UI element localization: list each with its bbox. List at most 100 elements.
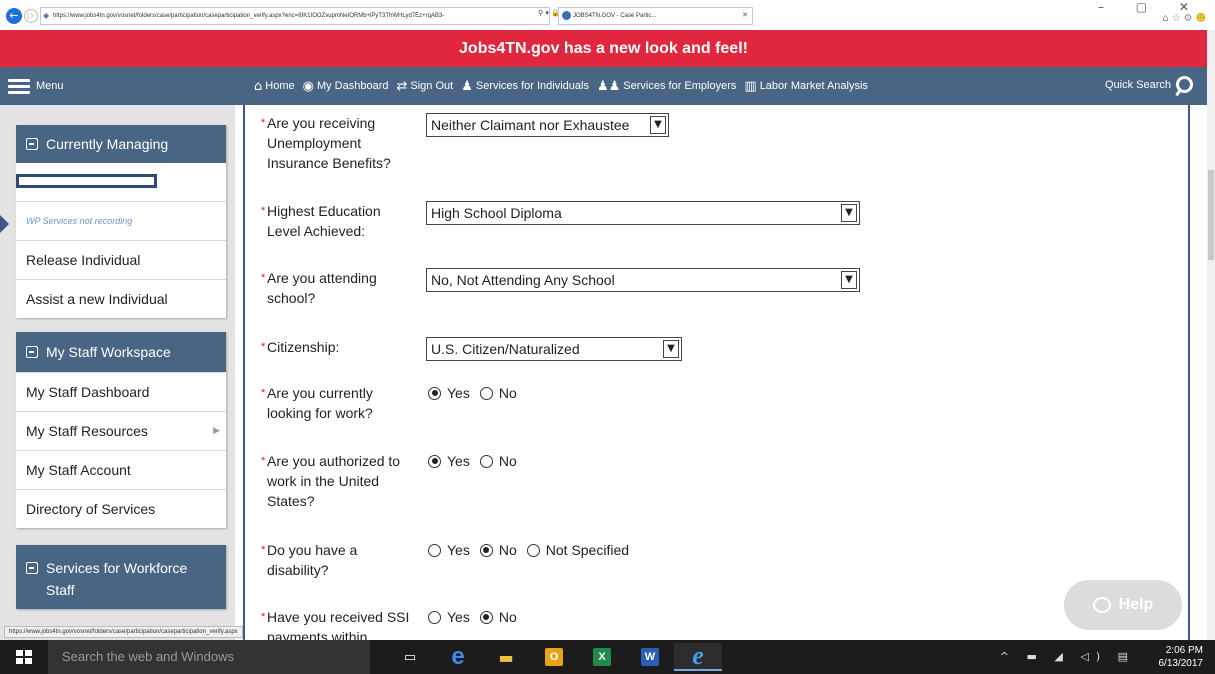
- ssi-yes-option[interactable]: Yes: [428, 609, 470, 625]
- internet-explorer-icon[interactable]: e: [674, 641, 722, 671]
- radio-icon[interactable]: [428, 610, 441, 624]
- disability-no-option[interactable]: No: [479, 542, 517, 558]
- radio-icon[interactable]: [428, 543, 441, 557]
- person-icon: ♟: [461, 78, 473, 94]
- feedback-icon[interactable]: ☻: [1196, 13, 1209, 24]
- windows-taskbar: Search the web and Windows ▭ e ▬ O X W e…: [0, 640, 1215, 674]
- nav-my-dashboard[interactable]: ◉ My Dashboard: [303, 79, 389, 94]
- nav-labor-market[interactable]: ▥ Labor Market Analysis: [744, 79, 868, 94]
- authorized-radios: Yes No: [428, 453, 527, 469]
- education-label: * Highest Education Level Achieved:: [261, 203, 381, 239]
- browser-tab[interactable]: JOBS4TN.GOV - Case Partic... ✕: [558, 7, 753, 25]
- chevron-down-icon: ▼: [650, 116, 666, 134]
- citizenship-select[interactable]: U.S. Citizen/Naturalized ▼: [426, 337, 682, 361]
- ui-benefits-value: Neither Claimant nor Exhaustee: [431, 117, 630, 133]
- looking-yes-option[interactable]: Yes: [428, 385, 470, 401]
- tab-close-icon[interactable]: ✕: [742, 8, 748, 24]
- citizenship-label: * Citizenship:: [261, 339, 340, 355]
- edge-icon[interactable]: e: [434, 643, 482, 671]
- scrollbar-thumb[interactable]: [1208, 170, 1214, 260]
- school-select[interactable]: No, Not Attending Any School ▼: [426, 268, 860, 292]
- authorized-yes-option[interactable]: Yes: [428, 453, 470, 469]
- radio-checked-icon[interactable]: [479, 610, 493, 624]
- nav-links: ⌂ Home ◉ My Dashboard ⇄ Sign Out ♟ Services …: [254, 67, 876, 105]
- chevron-down-icon: ▼: [841, 204, 857, 222]
- taskbar-search-input[interactable]: Search the web and Windows: [48, 640, 370, 674]
- education-select[interactable]: High School Diploma ▼: [426, 201, 860, 225]
- workforce-header[interactable]: Services for Workforce Staff: [16, 545, 226, 609]
- nav-services-individuals-label: Services for Individuals: [475, 80, 589, 92]
- my-staff-resources-link[interactable]: My Staff Resources ▶: [16, 411, 226, 450]
- home-icon[interactable]: ⌂: [1162, 13, 1171, 24]
- disability-yes-option[interactable]: Yes: [428, 542, 470, 558]
- help-button[interactable]: Help: [1064, 580, 1182, 630]
- menu-button[interactable]: Menu: [8, 78, 64, 94]
- system-tray-icons[interactable]: ^ ▬ ◢ ◁) ▤: [1000, 650, 1135, 663]
- search-icon: [1176, 76, 1193, 93]
- forward-icon[interactable]: ▷: [24, 9, 38, 23]
- home-icon: ⌂: [254, 78, 263, 94]
- assist-new-individual-link[interactable]: Assist a new Individual: [16, 279, 226, 318]
- release-individual-link[interactable]: Release Individual: [16, 240, 226, 279]
- windows-start-icon[interactable]: [16, 650, 32, 664]
- file-explorer-icon[interactable]: ▬: [482, 643, 530, 671]
- announcement-banner: Jobs4TN.gov has a new look and feel!: [0, 30, 1207, 67]
- address-bar[interactable]: ◆ https://www.jobs4tn.gov/vosnet/folders…: [40, 7, 550, 25]
- status-bar-url: https://www.jobs4tn.gov/vosnet/folders/c…: [4, 626, 243, 638]
- nav-services-employers-label: Services for Employers: [623, 80, 737, 92]
- taskbar-apps: ▭ e ▬ O X W e: [386, 641, 722, 671]
- outlook-icon[interactable]: O: [530, 643, 578, 671]
- excel-icon[interactable]: X: [578, 643, 626, 671]
- nav-home[interactable]: ⌂ Home: [254, 79, 295, 94]
- quick-search-button[interactable]: Quick Search: [1105, 76, 1193, 93]
- task-view-icon[interactable]: ▭: [386, 643, 434, 671]
- ssi-no-option[interactable]: No: [479, 609, 517, 625]
- favorites-icon[interactable]: ☆: [1172, 13, 1184, 24]
- radio-checked-icon[interactable]: [428, 454, 441, 468]
- collapse-icon: [26, 138, 38, 150]
- directory-of-services-link[interactable]: Directory of Services: [16, 489, 226, 528]
- word-icon[interactable]: W: [626, 643, 674, 671]
- sign-out-icon: ⇄: [396, 78, 408, 94]
- favicon-icon: [562, 11, 571, 20]
- nav-services-employers[interactable]: ♟♟ Services for Employers: [597, 79, 736, 94]
- workforce-title: Services for Workforce Staff: [46, 560, 188, 598]
- page-scrollbar[interactable]: [1207, 30, 1215, 640]
- disability-radios: Yes No Not Specified: [428, 542, 639, 558]
- settings-icon[interactable]: ⚙: [1184, 13, 1196, 24]
- radio-checked-icon[interactable]: [428, 386, 441, 400]
- address-url[interactable]: https://www.jobs4tn.gov/vosnet/folders/c…: [53, 13, 444, 19]
- looking-for-work-label: * Are you currently looking for work?: [261, 385, 373, 421]
- currently-managing-header[interactable]: Currently Managing: [16, 125, 226, 163]
- nav-sign-out[interactable]: ⇄ Sign Out: [397, 79, 454, 94]
- my-staff-dashboard-link[interactable]: My Staff Dashboard: [16, 372, 226, 411]
- main-content: * Are you receiving Unemployment Insuranc…: [243, 105, 1190, 640]
- nav-home-label: Home: [265, 80, 295, 92]
- nav-sign-out-label: Sign Out: [410, 80, 454, 92]
- window-controls[interactable]: – ▢ ✕: [1098, 0, 1203, 14]
- ssi-label: * Have you received SSI payments within: [261, 609, 410, 640]
- people-icon: ♟♟: [596, 78, 621, 94]
- citizenship-value: U.S. Citizen/Naturalized: [431, 341, 580, 357]
- taskbar-clock[interactable]: 2:06 PM 6/13/2017: [1159, 644, 1204, 670]
- radio-icon[interactable]: [526, 543, 540, 557]
- chart-icon: ▥: [744, 78, 757, 94]
- my-staff-account-link[interactable]: My Staff Account: [16, 450, 226, 489]
- ssi-radios: Yes No: [428, 609, 527, 625]
- sidebar: Currently Managing WP Services not recor…: [0, 105, 235, 640]
- nav-services-individuals[interactable]: ♟ Services for Individuals: [461, 79, 589, 94]
- looking-no-option[interactable]: No: [479, 385, 517, 401]
- radio-checked-icon[interactable]: [479, 543, 493, 557]
- ui-benefits-select[interactable]: Neither Claimant nor Exhaustee ▼: [426, 113, 669, 137]
- back-icon[interactable]: ←: [6, 8, 22, 24]
- radio-icon[interactable]: [479, 454, 493, 468]
- authorized-no-option[interactable]: No: [479, 453, 517, 469]
- staff-workspace-header[interactable]: My Staff Workspace: [16, 332, 226, 372]
- currently-managing-title: Currently Managing: [46, 136, 169, 152]
- managed-individual-redacted[interactable]: [16, 163, 226, 201]
- site-icon: ◆: [43, 11, 50, 20]
- nav-my-dashboard-label: My Dashboard: [316, 80, 389, 92]
- help-label: Help: [1118, 596, 1154, 613]
- disability-not-specified-option[interactable]: Not Specified: [526, 542, 629, 558]
- radio-icon[interactable]: [479, 386, 493, 400]
